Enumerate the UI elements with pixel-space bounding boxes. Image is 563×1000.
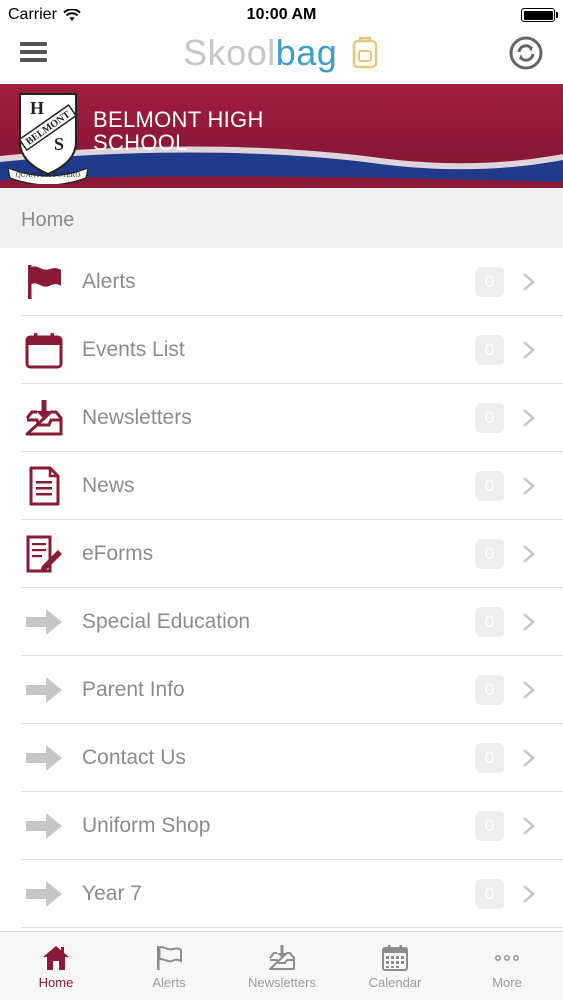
- home-icon: [43, 946, 69, 970]
- chevron-right-icon: [523, 477, 535, 495]
- tab-calendar[interactable]: Calendar: [339, 932, 451, 1000]
- count-badge: 0: [475, 539, 504, 569]
- menu-item-label: Special Education: [82, 610, 251, 633]
- inbox-download-icon: [269, 945, 295, 970]
- tab-home[interactable]: Home: [0, 932, 112, 1000]
- menu-item-events-list[interactable]: Events List 0: [21, 316, 563, 384]
- sync-button[interactable]: [509, 36, 543, 70]
- menu-item-news[interactable]: News 0: [21, 452, 563, 520]
- arrow-right-icon: [24, 738, 64, 778]
- tab-label: Home: [38, 975, 74, 990]
- flag-icon: [157, 946, 182, 970]
- menu-item-label: Alerts: [82, 270, 136, 293]
- menu-item-newsletters[interactable]: Newsletters 0: [21, 384, 563, 452]
- form-pen-icon: [24, 534, 64, 574]
- chevron-right-icon: [523, 681, 535, 699]
- school-name: BELMONT HIGH SCHOOL: [93, 108, 264, 154]
- tab-more[interactable]: More: [451, 932, 563, 1000]
- count-badge: 0: [475, 879, 504, 909]
- calendar-grid-icon: [382, 945, 408, 971]
- chevron-right-icon: [523, 545, 535, 563]
- school-crest-logo: H S BELMONT QUANTUM POTERO: [7, 93, 89, 184]
- count-badge: 0: [475, 607, 504, 637]
- chevron-right-icon: [523, 613, 535, 631]
- menu-item-uniform-shop[interactable]: Uniform Shop 0: [21, 792, 563, 860]
- menu-list: Alerts 0 Events List 0 Newsletters 0 New…: [21, 248, 563, 928]
- count-badge: 0: [475, 811, 504, 841]
- menu-item-label: Events List: [82, 338, 185, 361]
- menu-item-label: Year 7: [82, 882, 142, 905]
- school-banner: H S BELMONT QUANTUM POTERO BELMONT HIGH …: [0, 84, 563, 188]
- school-name-line2: SCHOOL: [93, 130, 188, 155]
- tab-label: More: [492, 975, 522, 990]
- count-badge: 0: [475, 471, 504, 501]
- menu-item-label: Parent Info: [82, 678, 185, 701]
- menu-item-special-education[interactable]: Special Education 0: [21, 588, 563, 656]
- school-name-line1: BELMONT HIGH: [93, 107, 264, 132]
- status-bar: Carrier 10:00 AM: [0, 0, 563, 30]
- arrow-right-icon: [24, 874, 64, 914]
- menu-item-label: Newsletters: [82, 406, 192, 429]
- battery-icon: [521, 8, 558, 22]
- tab-bar: Home Alerts Newsletters Calendar More: [0, 931, 563, 1000]
- sync-icon: [509, 36, 543, 70]
- status-time: 10:00 AM: [246, 6, 317, 23]
- backpack-icon: [352, 36, 378, 69]
- menu-item-contact-us[interactable]: Contact Us 0: [21, 724, 563, 792]
- tab-label: Alerts: [152, 975, 186, 990]
- menu-item-parent-info[interactable]: Parent Info 0: [21, 656, 563, 724]
- crest-letter-s: S: [54, 134, 64, 154]
- brand-text-bag: bag: [275, 32, 338, 73]
- menu-item-eforms[interactable]: eForms 0: [21, 520, 563, 588]
- arrow-right-icon: [24, 602, 64, 642]
- menu-item-label: News: [82, 474, 135, 497]
- flag-icon: [24, 262, 64, 302]
- count-badge: 0: [475, 335, 504, 365]
- chevron-right-icon: [523, 817, 535, 835]
- arrow-right-icon: [24, 670, 64, 710]
- tab-label: Calendar: [368, 975, 422, 990]
- crest-letter-h: H: [30, 98, 44, 118]
- menu-item-alerts[interactable]: Alerts 0: [21, 248, 563, 316]
- menu-item-label: eForms: [82, 542, 154, 565]
- chevron-right-icon: [523, 885, 535, 903]
- count-badge: 0: [475, 675, 504, 705]
- tab-label: Newsletters: [248, 975, 316, 990]
- arrow-right-icon: [24, 806, 64, 846]
- chevron-right-icon: [523, 409, 535, 427]
- nav-bar: Skoolbag: [0, 30, 563, 84]
- section-title: Home: [21, 209, 75, 231]
- menu-item-label: Uniform Shop: [82, 814, 211, 837]
- menu-item-label: Contact Us: [82, 746, 186, 769]
- inbox-download-icon: [24, 398, 64, 438]
- count-badge: 0: [475, 267, 504, 297]
- chevron-right-icon: [523, 273, 535, 291]
- calendar-icon: [24, 330, 64, 370]
- brand-logo: Skoolbag: [0, 32, 563, 74]
- document-icon: [24, 466, 64, 506]
- tab-alerts[interactable]: Alerts: [113, 932, 225, 1000]
- crest-motto-bottom: QUANTUM POTERO: [16, 171, 81, 179]
- chevron-right-icon: [523, 749, 535, 767]
- tab-newsletters[interactable]: Newsletters: [226, 932, 338, 1000]
- count-badge: 0: [475, 403, 504, 433]
- chevron-right-icon: [523, 341, 535, 359]
- more-dots-icon: [495, 955, 519, 961]
- section-header: Home: [0, 188, 563, 248]
- count-badge: 0: [475, 743, 504, 773]
- menu-item-year-7[interactable]: Year 7 0: [21, 860, 563, 928]
- brand-text-skool: Skool: [183, 32, 276, 73]
